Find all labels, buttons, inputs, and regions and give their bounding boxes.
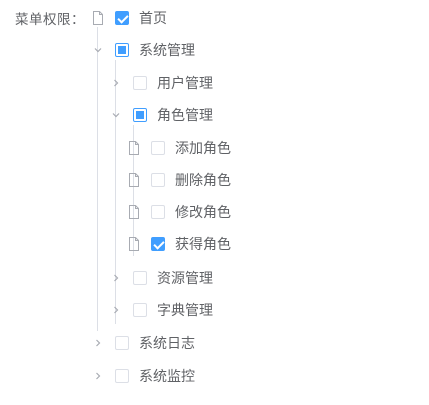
tree-node-system-log[interactable]: 系统日志 — [91, 333, 195, 353]
tree-node-home[interactable]: 首页 — [91, 8, 167, 28]
tree-node-label: 获得角色 — [175, 237, 231, 253]
tree-node-label: 用户管理 — [157, 76, 213, 92]
chevron-down-icon[interactable] — [91, 43, 105, 57]
file-icon — [91, 11, 105, 25]
tree-node-label: 字典管理 — [157, 303, 213, 319]
file-icon — [127, 237, 141, 251]
tree-node-label: 添加角色 — [175, 141, 231, 157]
file-icon — [127, 173, 141, 187]
tree-node-label: 系统监控 — [139, 369, 195, 385]
checkbox-unchecked[interactable] — [151, 173, 165, 187]
checkbox-unchecked[interactable] — [115, 369, 129, 383]
tree-node-label: 首页 — [139, 11, 167, 27]
tree-node-role-management[interactable]: 角色管理 — [109, 105, 213, 125]
tree-node-edit-role[interactable]: 修改角色 — [127, 202, 231, 222]
chevron-right-icon[interactable] — [109, 303, 123, 317]
checkbox-unchecked[interactable] — [133, 76, 147, 90]
chevron-right-icon[interactable] — [91, 336, 105, 350]
chevron-right-icon[interactable] — [91, 369, 105, 383]
menu-permission-label: 菜单权限： — [15, 12, 85, 28]
checkbox-checked[interactable] — [115, 11, 129, 25]
tree-node-add-role[interactable]: 添加角色 — [127, 138, 231, 158]
checkbox-unchecked[interactable] — [115, 336, 129, 350]
checkbox-unchecked[interactable] — [133, 271, 147, 285]
tree-node-delete-role[interactable]: 删除角色 — [127, 170, 231, 190]
file-icon — [127, 141, 141, 155]
checkbox-unchecked[interactable] — [151, 141, 165, 155]
tree-node-user-management[interactable]: 用户管理 — [109, 73, 213, 93]
tree-node-label: 系统管理 — [139, 43, 195, 59]
chevron-down-icon[interactable] — [109, 108, 123, 122]
checkbox-checked[interactable] — [151, 237, 165, 251]
tree-node-label: 删除角色 — [175, 173, 231, 189]
checkbox-indeterminate[interactable] — [133, 108, 147, 122]
checkbox-unchecked[interactable] — [151, 205, 165, 219]
chevron-right-icon[interactable] — [109, 271, 123, 285]
tree-node-label: 修改角色 — [175, 205, 231, 221]
tree-node-label: 资源管理 — [157, 271, 213, 287]
checkbox-indeterminate[interactable] — [115, 43, 129, 57]
tree-guide-line — [97, 27, 98, 331]
tree-node-system[interactable]: 系统管理 — [91, 40, 195, 60]
tree-node-get-role[interactable]: 获得角色 — [127, 234, 231, 254]
tree-node-label: 角色管理 — [157, 108, 213, 124]
tree-node-system-monitor[interactable]: 系统监控 — [91, 366, 195, 386]
tree-node-dictionary-management[interactable]: 字典管理 — [109, 300, 213, 320]
file-icon — [127, 205, 141, 219]
tree-node-label: 系统日志 — [139, 336, 195, 352]
checkbox-unchecked[interactable] — [133, 303, 147, 317]
tree-node-resource-management[interactable]: 资源管理 — [109, 268, 213, 288]
chevron-right-icon[interactable] — [109, 76, 123, 90]
